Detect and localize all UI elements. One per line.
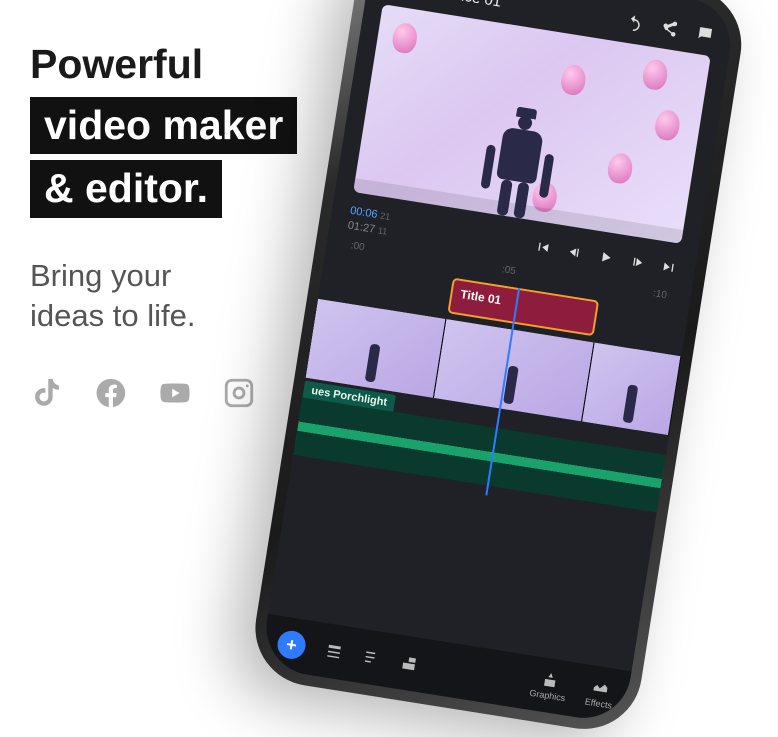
tiktok-icon <box>30 376 64 410</box>
jellyfish-decoration <box>641 58 669 91</box>
add-button[interactable]: + <box>276 629 308 661</box>
step-forward-icon[interactable] <box>628 253 646 271</box>
play-icon[interactable] <box>597 248 615 266</box>
time-current-frames: 21 <box>380 210 391 221</box>
undo-icon[interactable] <box>624 12 645 33</box>
ruler-tick: :10 <box>652 288 667 301</box>
skip-end-icon[interactable] <box>660 258 678 276</box>
instagram-icon <box>222 376 256 410</box>
jellyfish-decoration <box>559 63 587 96</box>
share-icon[interactable] <box>659 18 680 39</box>
timecode: 00:0621 01:2711 <box>347 202 392 238</box>
step-back-icon[interactable] <box>565 243 583 261</box>
graphics-icon <box>540 669 561 690</box>
sequence-title: Sequence 01 <box>412 0 502 10</box>
jellyfish-decoration <box>391 21 419 54</box>
video-clip[interactable] <box>434 319 595 421</box>
graphics-label: Graphics <box>529 688 566 704</box>
bottom-toolbar: + Graphics Effects <box>260 614 632 725</box>
jellyfish-decoration <box>606 152 634 185</box>
time-duration-frames: 11 <box>377 225 388 236</box>
project-icon[interactable] <box>324 641 345 662</box>
headline-3: & editor. <box>30 160 222 217</box>
jellyfish-decoration <box>653 109 681 142</box>
skip-start-icon[interactable] <box>534 238 552 256</box>
ruler-tick: :05 <box>501 264 516 277</box>
headline-1: Powerful <box>30 40 360 89</box>
effects-icon <box>591 677 612 698</box>
time-current: 00:06 <box>349 205 378 221</box>
time-duration: 01:27 <box>347 220 376 236</box>
facebook-icon <box>94 376 128 410</box>
layout-icon[interactable] <box>399 653 420 674</box>
effects-label: Effects <box>584 696 613 710</box>
subhead-line2: ideas to life. <box>30 298 195 333</box>
topbar-actions <box>624 12 716 44</box>
youtube-icon <box>158 376 192 410</box>
subhead-line1: Bring your <box>30 258 171 293</box>
comment-icon[interactable] <box>695 24 716 45</box>
video-clip[interactable] <box>582 343 681 436</box>
edit-list-icon[interactable] <box>361 647 382 668</box>
headline-2: video maker <box>30 97 297 154</box>
graphics-tab[interactable]: Graphics <box>529 668 569 703</box>
ruler-tick: :00 <box>350 240 365 253</box>
effects-tab[interactable]: Effects <box>584 677 616 711</box>
